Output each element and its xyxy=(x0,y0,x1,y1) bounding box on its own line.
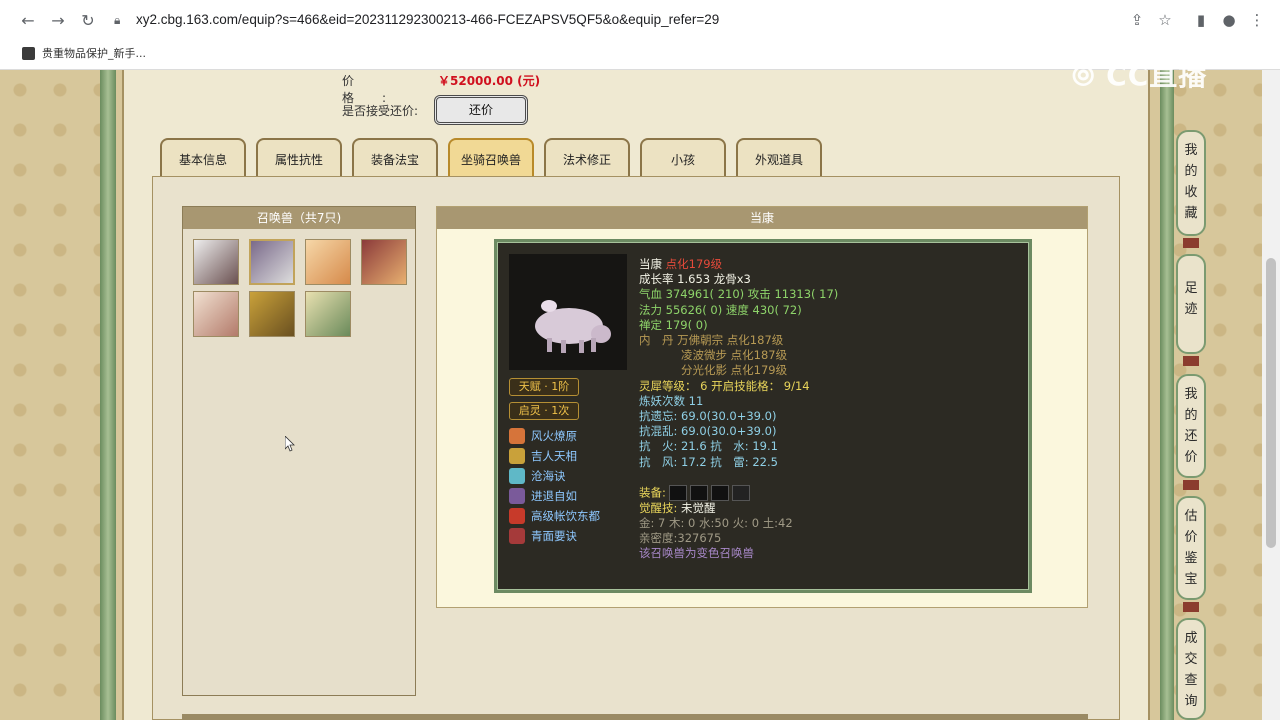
pet-hp: 气血 374961( 210) xyxy=(639,287,745,302)
pet-speed: 速度 430( 72) xyxy=(725,302,802,317)
page-scrollbar[interactable] xyxy=(1262,70,1280,720)
profile-icon[interactable]: ● xyxy=(1218,9,1240,31)
pet-awaken-value: 未觉醒 xyxy=(681,500,716,515)
equip-slot-2-icon[interactable] xyxy=(689,484,708,501)
skill-item[interactable]: 风火燎原 xyxy=(509,427,577,445)
back-icon[interactable]: ← xyxy=(16,9,40,33)
skill-move-icon xyxy=(509,488,525,504)
pet-detail: 当康 当康 点化179级 成长率 1.653 龙骨x3 气血 374961( 2… xyxy=(436,206,1088,608)
share-icon[interactable]: ⇪ xyxy=(1126,9,1148,31)
right-rail xyxy=(1160,70,1174,720)
awaken-badge[interactable]: 启灵 · 1次 xyxy=(509,402,579,420)
pet-thumb-3[interactable] xyxy=(305,239,351,285)
pet-resist-2: 抗混乱: 69.0(30.0+39.0) xyxy=(639,424,777,439)
bargain-label: 是否接受还价: xyxy=(342,104,419,118)
address-bar[interactable]: 🔒︎ xy2.cbg.163.com/equip?s=466&eid=20231… xyxy=(108,6,1178,34)
skill-luck-icon xyxy=(509,448,525,464)
left-rail xyxy=(100,70,116,720)
pet-attack: 攻击 11313( 17) xyxy=(747,287,839,302)
sidebar-my-bargains[interactable]: 我的还价 xyxy=(1176,374,1206,478)
bottom-strip xyxy=(182,714,1088,720)
pet-intimacy: 亲密度:327675 xyxy=(639,531,722,546)
pet-thumb-6[interactable] xyxy=(249,291,295,337)
pet-spirit: 灵犀等级： 6 开启技能格： 9/14 xyxy=(639,378,810,393)
skill-feast-icon xyxy=(509,508,525,524)
pet-variant: 该召唤兽为变色召唤兽 xyxy=(639,546,754,561)
sidebar-appraisal[interactable]: 估价鉴宝 xyxy=(1176,496,1206,600)
pet-inner-3: 分光化影 点化179级 xyxy=(681,363,788,378)
sidebar-link xyxy=(1183,238,1199,248)
pet-thumb-5[interactable] xyxy=(193,291,239,337)
pig-icon xyxy=(535,300,611,353)
menu-icon[interactable]: ⋮ xyxy=(1246,9,1268,31)
tab-equipment[interactable]: 装备法宝 xyxy=(352,138,438,176)
skill-item[interactable]: 青面要诀 xyxy=(509,527,577,545)
pet-growth: 成长率 1.653 龙骨x3 xyxy=(639,272,751,287)
pet-level: 点化179级 xyxy=(665,257,723,271)
sidebar-favorites[interactable]: 我的收藏 xyxy=(1176,130,1206,236)
tab-attributes[interactable]: 属性抗性 xyxy=(256,138,342,176)
sidebar-transactions[interactable]: 成交查询 xyxy=(1176,618,1206,720)
tab-basic-info[interactable]: 基本信息 xyxy=(160,138,246,176)
skill-face-icon xyxy=(509,528,525,544)
pet-portrait xyxy=(509,254,627,370)
tab-spell-mods[interactable]: 法术修正 xyxy=(544,138,630,176)
bookmark-label: 贵重物品保护_新手... xyxy=(42,47,146,60)
mouse-cursor-icon xyxy=(285,436,295,452)
pet-inner-2: 凌波微步 点化187级 xyxy=(681,348,788,363)
sidepanel-icon[interactable]: ▮ xyxy=(1190,9,1212,31)
equip-slot-3-icon[interactable] xyxy=(710,484,729,501)
pet-list-header: 召唤兽（共7只) xyxy=(183,207,415,229)
sidebar-history[interactable]: 足迹 xyxy=(1176,254,1206,354)
forward-icon[interactable]: → xyxy=(46,9,70,33)
pet-thumb-2[interactable] xyxy=(249,239,295,285)
watermark: ⦾ CC直播 xyxy=(1072,59,1208,92)
price-label: 价格: xyxy=(342,74,415,105)
scrollbar-thumb[interactable] xyxy=(1266,258,1276,548)
pet-stats: 当康 点化179级 成长率 1.653 龙骨x3 气血 374961( 210)… xyxy=(639,257,838,562)
pet-resist-4: 抗 风: 17.2 抗 雷: 22.5 xyxy=(639,454,778,469)
skill-item[interactable]: 进退自如 xyxy=(509,487,577,505)
talent-badge[interactable]: 天赋 · 1阶 xyxy=(509,378,579,396)
pet-resist-1: 抗遗忘: 69.0(30.0+39.0) xyxy=(639,409,777,424)
pet-thumb-4[interactable] xyxy=(361,239,407,285)
pet-detail-header: 当康 xyxy=(437,207,1087,229)
pet-equip-label: 装备: xyxy=(639,485,666,500)
bookmark-favicon-icon xyxy=(22,46,35,60)
pet-thumb-7[interactable] xyxy=(305,291,351,337)
pet-name: 当康 xyxy=(639,257,662,271)
sidebar-link xyxy=(1183,480,1199,490)
pet-mp: 法力 55626( 0) xyxy=(639,302,723,317)
pet-card: 当康 点化179级 成长率 1.653 龙骨x3 气血 374961( 210)… xyxy=(494,239,1032,593)
pet-elements: 金: 7 木: 0 水:50 火: 0 土:42 xyxy=(639,516,793,531)
url-text: xy2.cbg.163.com/equip?s=466&eid=20231129… xyxy=(136,12,720,27)
skill-water-icon xyxy=(509,468,525,484)
lock-icon[interactable]: 🔒︎ xyxy=(114,11,132,29)
bookmark-star-icon[interactable]: ☆ xyxy=(1154,9,1176,31)
tab-children[interactable]: 小孩 xyxy=(640,138,726,176)
pet-thumb-1[interactable] xyxy=(193,239,239,285)
price-value: ￥52000.00 (元) xyxy=(438,74,541,88)
equip-slot-1-icon[interactable] xyxy=(668,484,687,501)
bookmark-item[interactable]: 贵重物品保护_新手... xyxy=(22,44,146,62)
pet-list: 召唤兽（共7只) xyxy=(182,206,416,696)
tab-appearance[interactable]: 外观道具 xyxy=(736,138,822,176)
reload-icon[interactable]: ↻ xyxy=(76,9,100,33)
skill-item[interactable]: 吉人天相 xyxy=(509,447,577,465)
skill-fire-icon xyxy=(509,428,525,444)
pet-inner-1: 内 丹 万佛朝宗 点化187级 xyxy=(639,333,784,348)
pet-defense: 禅定 179( 0) xyxy=(639,317,708,332)
skill-item[interactable]: 沧海诀 xyxy=(509,467,566,485)
pet-resist-3: 抗 火: 21.6 抗 水: 19.1 xyxy=(639,439,778,454)
skill-item[interactable]: 高级帐饮东都 xyxy=(509,507,600,525)
pet-refine: 炼妖次数 11 xyxy=(639,393,704,408)
tab-mounts-pets[interactable]: 坐骑召唤兽 xyxy=(448,138,534,176)
equip-slot-4-icon[interactable] xyxy=(731,484,750,501)
sidebar-link xyxy=(1183,602,1199,612)
sidebar-link xyxy=(1183,356,1199,366)
bargain-button[interactable]: 还价 xyxy=(434,95,528,125)
pet-awaken-label: 觉醒技: xyxy=(639,500,678,515)
